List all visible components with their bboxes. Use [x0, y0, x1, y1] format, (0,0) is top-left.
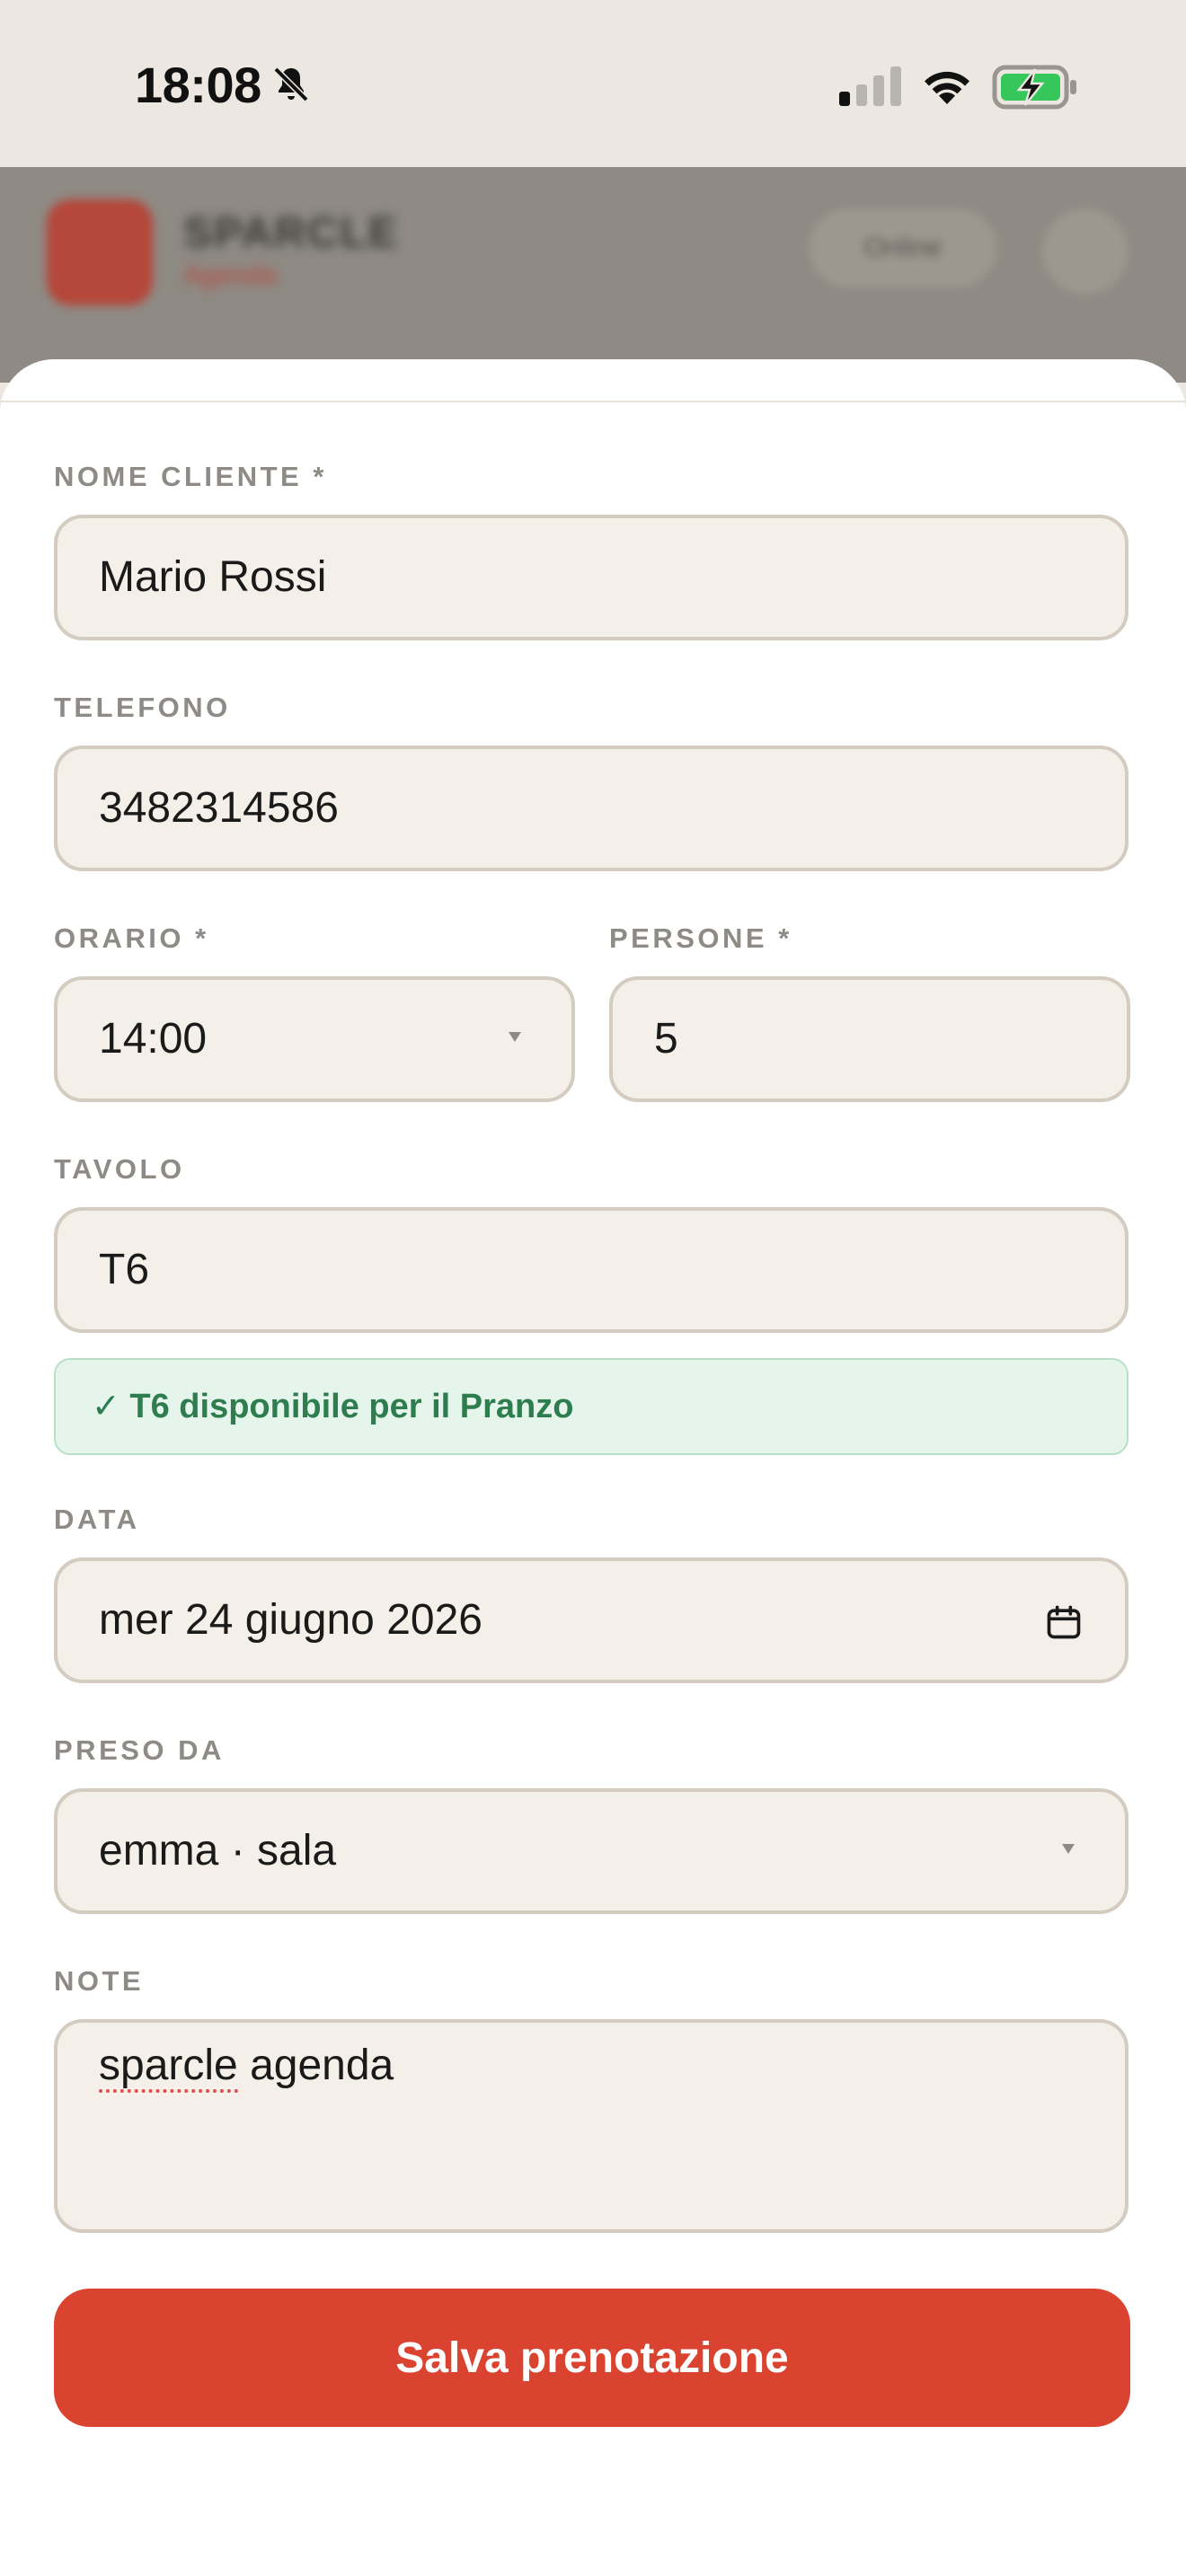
- reservation-sheet: NOME CLIENTE * Mario Rossi TELEFONO 3482…: [0, 359, 1186, 2576]
- orario-label: ORARIO *: [54, 922, 209, 954]
- persone-value: 5: [654, 1015, 678, 1063]
- sheet-divider: [0, 401, 1186, 402]
- persone-input[interactable]: 5: [609, 976, 1130, 1102]
- app-brand: SPARCLE: [183, 209, 399, 257]
- calendar-icon[interactable]: [1044, 1602, 1084, 1642]
- tavolo-input[interactable]: T6: [54, 1207, 1128, 1333]
- data-label: DATA: [54, 1504, 140, 1535]
- data-input[interactable]: mer 24 giugno 2026: [54, 1557, 1128, 1683]
- note-textarea[interactable]: sparcle agenda: [54, 2019, 1128, 2233]
- cellular-signal-icon: [839, 66, 901, 106]
- tavolo-label: TAVOLO: [54, 1153, 185, 1185]
- telefono-label: TELEFONO: [54, 692, 231, 723]
- note-label: NOTE: [54, 1965, 145, 1997]
- data-value: mer 24 giugno 2026: [99, 1596, 482, 1644]
- preso-da-value: emma · sala: [99, 1827, 337, 1875]
- app-brand-subtitle: Agenda: [183, 260, 277, 290]
- availability-message: ✓ T6 disponibile per il Pranzo: [54, 1358, 1128, 1455]
- battery-charging-icon: [992, 65, 1076, 110]
- note-value: sparcle agenda: [99, 2039, 394, 2093]
- preso-da-label: PRESO DA: [54, 1734, 225, 1766]
- settings-button: [1042, 208, 1128, 295]
- nome-cliente-label: NOME CLIENTE *: [54, 461, 327, 492]
- status-bar: 18:08: [0, 0, 1186, 167]
- status-pill: Online: [809, 208, 997, 287]
- nome-cliente-input[interactable]: Mario Rossi: [54, 515, 1128, 640]
- nome-cliente-value: Mario Rossi: [99, 553, 327, 601]
- availability-text: ✓ T6 disponibile per il Pranzo: [92, 1388, 574, 1425]
- telefono-value: 3482314586: [99, 784, 339, 832]
- note-misspelled-word: sparcle: [99, 2042, 238, 2093]
- bell-slash-icon: [273, 66, 309, 102]
- telefono-input[interactable]: 3482314586: [54, 745, 1128, 871]
- app-header: SPARCLE Agenda Online: [0, 167, 1186, 383]
- orario-select[interactable]: 14:00: [54, 976, 575, 1102]
- chevron-down-icon: [509, 1032, 521, 1042]
- persone-label: PERSONE *: [609, 922, 792, 954]
- wifi-icon: [925, 71, 969, 104]
- chevron-down-icon: [1062, 1844, 1075, 1854]
- save-reservation-button[interactable]: Salva prenotazione: [54, 2289, 1130, 2427]
- app-logo: [47, 199, 153, 305]
- tavolo-value: T6: [99, 1246, 150, 1293]
- note-rest: agenda: [237, 2042, 394, 2089]
- preso-da-select[interactable]: emma · sala: [54, 1788, 1128, 1914]
- save-reservation-label: Salva prenotazione: [395, 2334, 789, 2382]
- orario-value: 14:00: [99, 1015, 208, 1063]
- status-time: 18:08: [135, 57, 261, 113]
